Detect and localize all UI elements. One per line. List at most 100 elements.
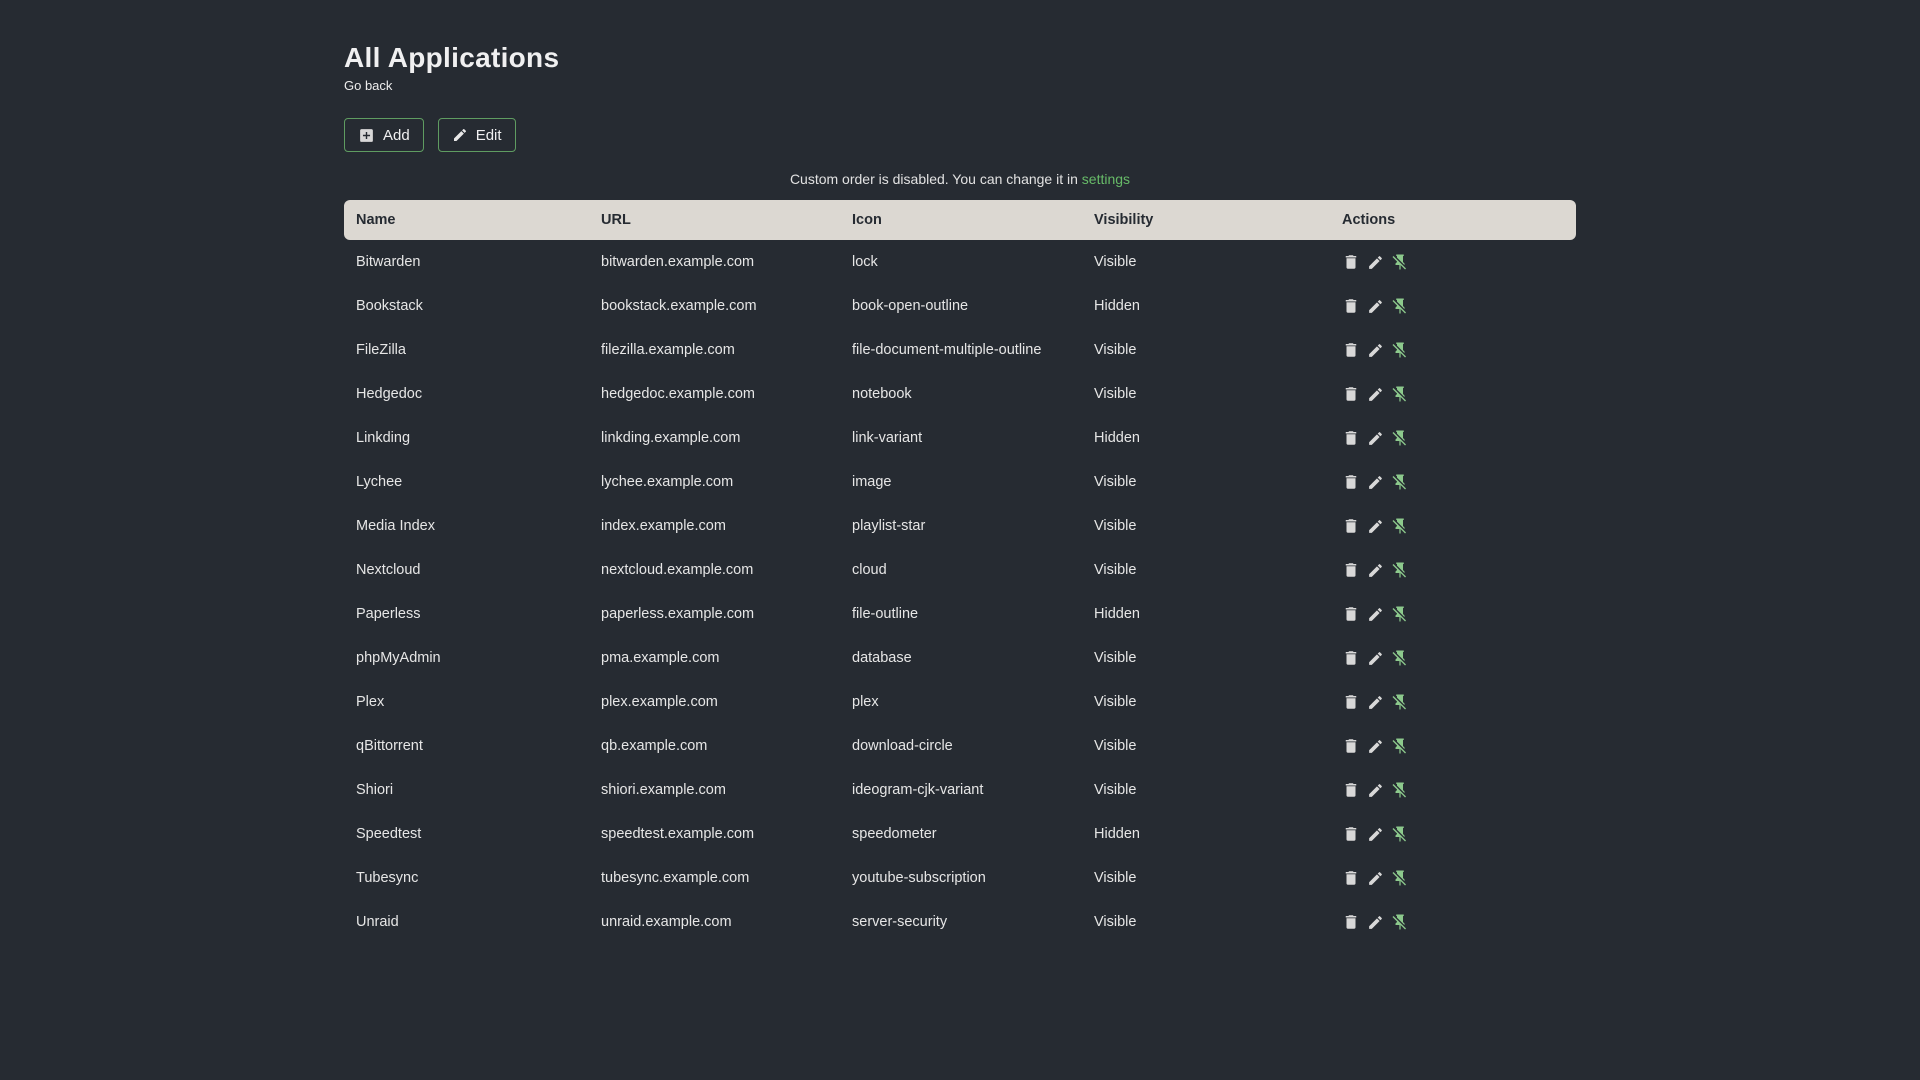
app-icon-cell: youtube-subscription	[852, 870, 986, 886]
pencil-icon	[1369, 871, 1382, 885]
delete-button[interactable]	[1342, 341, 1360, 359]
edit-row-button[interactable]	[1367, 342, 1384, 359]
delete-button[interactable]	[1342, 649, 1360, 667]
pin-off-button[interactable]	[1391, 341, 1409, 359]
toolbar: Add Edit	[344, 118, 1576, 152]
trash-icon	[1345, 431, 1357, 445]
pin-off-button[interactable]	[1391, 429, 1409, 447]
table-row: Bitwarden bitwarden.example.com lock Vis…	[344, 240, 1576, 284]
app-visibility-cell: Visible	[1094, 342, 1137, 358]
pin-off-button[interactable]	[1391, 781, 1409, 799]
edit-row-button[interactable]	[1367, 826, 1384, 843]
column-header-icon: Icon	[840, 200, 1082, 240]
table-row: Tubesync tubesync.example.com youtube-su…	[344, 856, 1576, 900]
pin-off-button[interactable]	[1391, 737, 1409, 755]
settings-link[interactable]: settings	[1082, 171, 1130, 187]
app-visibility-cell: Visible	[1094, 474, 1137, 490]
pin-off-icon	[1392, 254, 1406, 270]
edit-row-button[interactable]	[1367, 694, 1384, 711]
pin-off-button[interactable]	[1391, 473, 1409, 491]
edit-row-button[interactable]	[1367, 738, 1384, 755]
app-actions-cell	[1330, 416, 1576, 460]
edit-row-button[interactable]	[1367, 430, 1384, 447]
pin-off-button[interactable]	[1391, 825, 1409, 843]
edit-row-button[interactable]	[1367, 870, 1384, 887]
delete-button[interactable]	[1342, 781, 1360, 799]
pencil-icon	[1369, 739, 1382, 753]
go-back-link[interactable]: Go back	[344, 78, 392, 93]
app-visibility-cell: Visible	[1094, 782, 1137, 798]
app-actions-cell	[1330, 460, 1576, 504]
edit-row-button[interactable]	[1367, 518, 1384, 535]
pin-off-button[interactable]	[1391, 649, 1409, 667]
plus-box-icon	[358, 127, 375, 144]
app-visibility-cell: Visible	[1094, 738, 1137, 754]
edit-row-button[interactable]	[1367, 606, 1384, 623]
delete-button[interactable]	[1342, 869, 1360, 887]
table-row: Linkding linkding.example.com link-varia…	[344, 416, 1576, 460]
app-visibility-cell: Hidden	[1094, 298, 1140, 314]
trash-icon	[1345, 475, 1357, 489]
delete-button[interactable]	[1342, 737, 1360, 755]
edit-row-button[interactable]	[1367, 254, 1384, 271]
app-name-cell: Nextcloud	[356, 562, 421, 578]
edit-row-button[interactable]	[1367, 650, 1384, 667]
table-row: Plex plex.example.com plex Visible	[344, 680, 1576, 724]
delete-button[interactable]	[1342, 429, 1360, 447]
app-actions-cell	[1330, 724, 1576, 768]
delete-button[interactable]	[1342, 517, 1360, 535]
app-icon-cell: notebook	[852, 386, 912, 402]
delete-button[interactable]	[1342, 473, 1360, 491]
delete-button[interactable]	[1342, 825, 1360, 843]
pin-off-button[interactable]	[1391, 869, 1409, 887]
pin-off-button[interactable]	[1391, 913, 1409, 931]
edit-button[interactable]: Edit	[437, 118, 516, 152]
delete-button[interactable]	[1342, 561, 1360, 579]
app-icon-cell: playlist-star	[852, 518, 926, 534]
app-icon-cell: plex	[852, 694, 879, 710]
table-row: qBittorrent qb.example.com download-circ…	[344, 724, 1576, 768]
applications-table: Name URL Icon Visibility Actions Bitwarden b…	[344, 200, 1576, 944]
table-row: Speedtest speedtest.example.com speedome…	[344, 812, 1576, 856]
edit-row-button[interactable]	[1367, 298, 1384, 315]
delete-button[interactable]	[1342, 253, 1360, 271]
pencil-icon	[1369, 343, 1382, 357]
pin-off-icon	[1392, 738, 1406, 754]
delete-button[interactable]	[1342, 605, 1360, 623]
column-header-actions: Actions	[1330, 200, 1576, 240]
app-name-cell: Unraid	[356, 914, 399, 930]
app-visibility-cell: Hidden	[1094, 606, 1140, 622]
edit-row-button[interactable]	[1367, 474, 1384, 491]
content-container: All Applications Go back Add Edit Custom…	[344, 0, 1576, 944]
pin-off-button[interactable]	[1391, 297, 1409, 315]
delete-button[interactable]	[1342, 297, 1360, 315]
delete-button[interactable]	[1342, 693, 1360, 711]
custom-order-info: Custom order is disabled. You can change…	[344, 171, 1576, 187]
app-visibility-cell: Visible	[1094, 518, 1137, 534]
pencil-icon	[1369, 519, 1382, 533]
trash-icon	[1345, 519, 1357, 533]
app-url-cell: bookstack.example.com	[601, 298, 757, 314]
pin-off-icon	[1392, 562, 1406, 578]
pin-off-button[interactable]	[1391, 693, 1409, 711]
table-header: Name URL Icon Visibility Actions	[344, 200, 1576, 240]
app-url-cell: pma.example.com	[601, 650, 720, 666]
add-button[interactable]: Add	[344, 118, 424, 152]
delete-button[interactable]	[1342, 385, 1360, 403]
pin-off-button[interactable]	[1391, 385, 1409, 403]
app-icon-cell: database	[852, 650, 912, 666]
edit-row-button[interactable]	[1367, 914, 1384, 931]
pin-off-button[interactable]	[1391, 517, 1409, 535]
pin-off-button[interactable]	[1391, 561, 1409, 579]
edit-row-button[interactable]	[1367, 386, 1384, 403]
trash-icon	[1345, 563, 1357, 577]
app-visibility-cell: Visible	[1094, 694, 1137, 710]
delete-button[interactable]	[1342, 913, 1360, 931]
edit-row-button[interactable]	[1367, 562, 1384, 579]
pin-off-button[interactable]	[1391, 605, 1409, 623]
edit-row-button[interactable]	[1367, 782, 1384, 799]
pin-off-button[interactable]	[1391, 253, 1409, 271]
app-url-cell: plex.example.com	[601, 694, 718, 710]
pencil-icon	[1369, 299, 1382, 313]
app-url-cell: index.example.com	[601, 518, 726, 534]
